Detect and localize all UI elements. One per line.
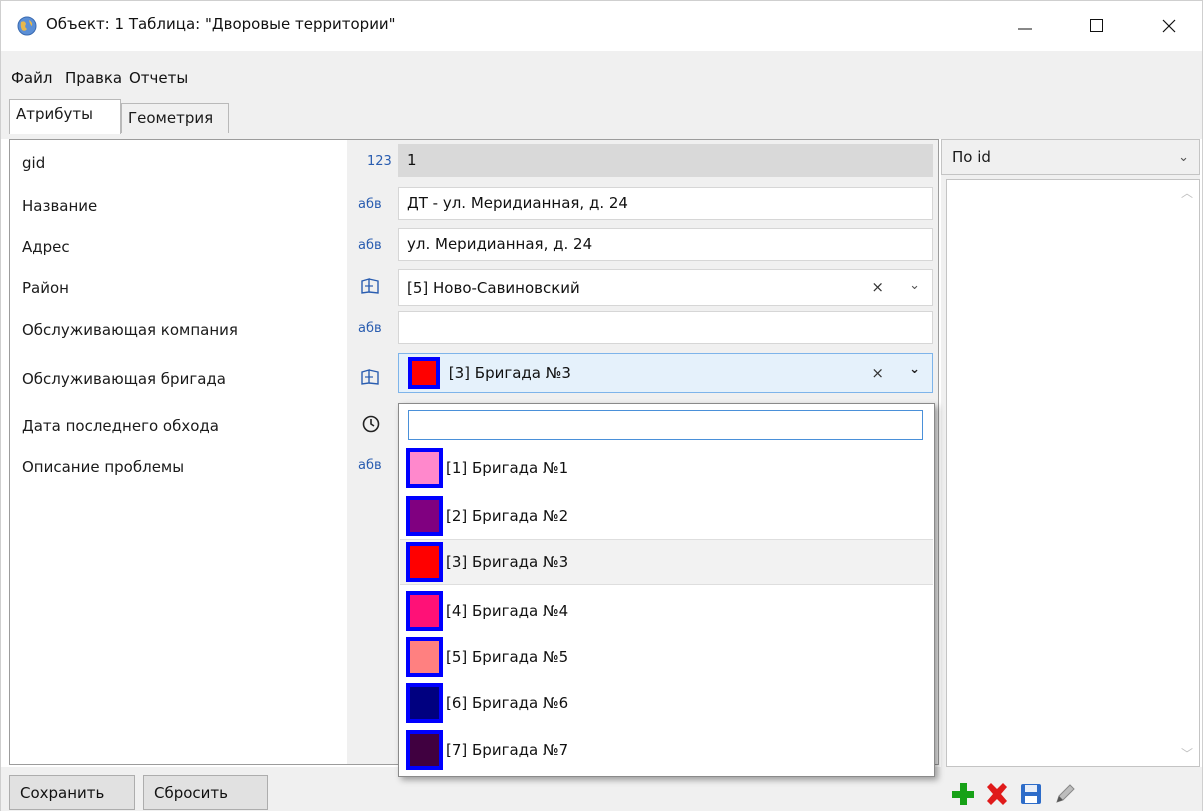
dropdown-item[interactable]: [6] Бригада №6 — [400, 680, 933, 726]
dropdown-item-label: [7] Бригада №7 — [446, 741, 569, 759]
dropdown-item[interactable]: [1] Бригада №1 — [400, 445, 933, 491]
sort-select-value: По id — [952, 148, 991, 166]
brigade-color-swatch — [408, 357, 440, 389]
minimize-button[interactable] — [1001, 1, 1049, 51]
chevron-down-icon[interactable]: ⌄ — [909, 278, 920, 293]
plus-icon — [952, 783, 974, 805]
brigade-select[interactable]: [3] Бригада №3 × ⌄ — [398, 353, 933, 393]
type-number-icon: 123 — [367, 154, 392, 169]
delete-icon[interactable] — [979, 776, 1015, 811]
chevron-down-icon[interactable]: ⌄ — [1178, 150, 1189, 165]
field-label-name: Название — [22, 197, 98, 215]
close-icon — [1162, 19, 1176, 33]
title-bar: Объект: 1 Таблица: "Дворовые территории" — [1, 1, 1202, 51]
object-list[interactable]: ︿ ﹀ — [946, 179, 1200, 767]
window-title: Объект: 1 Таблица: "Дворовые территории" — [46, 15, 396, 33]
brigade-color-swatch — [406, 637, 443, 677]
brigade-color-swatch — [406, 542, 443, 582]
pencil-icon — [1056, 784, 1075, 803]
tab-geometry[interactable]: Геометрия — [121, 103, 229, 133]
field-label-company: Обслуживающая компания — [22, 321, 238, 339]
clock-icon — [362, 415, 380, 433]
name-field[interactable]: ДТ - ул. Меридианная, д. 24 — [398, 187, 933, 220]
dropdown-item-label: [6] Бригада №6 — [446, 694, 569, 712]
type-text-icon: абв — [358, 197, 382, 212]
field-label-gid: gid — [22, 154, 46, 172]
tab-bar: Атрибуты Геометрия — [1, 95, 1202, 139]
minimize-icon — [1018, 28, 1032, 30]
dropdown-item[interactable]: [7] Бригада №7 — [400, 727, 933, 773]
dropdown-item[interactable]: [3] Бригада №3 — [400, 539, 933, 585]
save-icon[interactable] — [1013, 776, 1049, 811]
brigade-color-swatch — [406, 448, 443, 488]
globe-icon — [17, 16, 37, 36]
dropdown-search-input[interactable] — [408, 410, 923, 440]
field-label-last-visit: Дата последнего обхода — [22, 417, 219, 435]
scroll-down-icon[interactable]: ﹀ — [1181, 745, 1193, 762]
brigade-color-swatch — [406, 730, 443, 770]
brigade-dropdown: [1] Бригада №1 [2] Бригада №2 [3] Бригада … — [398, 403, 935, 777]
dropdown-item-label: [5] Бригада №5 — [446, 648, 569, 666]
brigade-clear-icon[interactable]: × — [871, 364, 884, 382]
maximize-button[interactable] — [1073, 1, 1121, 51]
district-value: [5] Ново-Савиновский — [407, 279, 580, 297]
book-icon — [361, 278, 379, 294]
labels-column — [10, 140, 347, 764]
object-window: Объект: 1 Таблица: "Дворовые территории"… — [0, 0, 1203, 811]
type-text-icon: абв — [358, 238, 382, 253]
brigade-value: [3] Бригада №3 — [448, 364, 571, 382]
address-field[interactable]: ул. Меридианная, д. 24 — [398, 228, 933, 261]
dropdown-item-label: [1] Бригада №1 — [446, 459, 569, 477]
edit-icon[interactable] — [1047, 776, 1083, 811]
type-text-icon: абв — [358, 458, 382, 473]
type-column — [347, 140, 397, 764]
menu-bar: Файл Правка Отчеты — [1, 51, 1202, 95]
dropdown-item-label: [3] Бригада №3 — [446, 553, 569, 571]
menu-edit[interactable]: Правка — [65, 69, 122, 87]
field-label-address: Адрес — [22, 238, 70, 256]
type-text-icon: абв — [358, 321, 382, 336]
field-label-problem: Описание проблемы — [22, 458, 185, 476]
scroll-up-icon[interactable]: ︿ — [1181, 184, 1193, 201]
brigade-color-swatch — [406, 683, 443, 723]
dropdown-item-label: [2] Бригада №2 — [446, 507, 569, 525]
close-button[interactable] — [1145, 1, 1193, 51]
company-field[interactable] — [398, 311, 933, 344]
reset-button[interactable]: Сбросить — [143, 775, 268, 810]
book-icon — [361, 369, 379, 385]
brigade-color-swatch — [406, 591, 443, 631]
save-button[interactable]: Сохранить — [9, 775, 135, 810]
red-x-icon — [987, 783, 1007, 805]
field-label-brigade: Обслуживающая бригада — [22, 370, 226, 388]
tab-attributes[interactable]: Атрибуты — [9, 99, 121, 134]
field-label-district: Район — [22, 279, 69, 297]
menu-file[interactable]: Файл — [11, 69, 52, 87]
maximize-icon — [1090, 19, 1103, 32]
menu-reports[interactable]: Отчеты — [129, 69, 188, 87]
sort-select[interactable]: По id ⌄ — [941, 139, 1200, 175]
dropdown-item[interactable]: [4] Бригада №4 — [400, 588, 933, 634]
gid-field: 1 — [398, 144, 933, 177]
district-clear-icon[interactable]: × — [871, 278, 884, 296]
chevron-down-icon[interactable]: ⌄ — [909, 362, 920, 377]
dropdown-item-label: [4] Бригада №4 — [446, 602, 569, 620]
right-panel: По id ⌄ ︿ ﹀ — [941, 139, 1200, 767]
brigade-color-swatch — [406, 496, 443, 536]
add-icon[interactable] — [945, 776, 981, 811]
floppy-icon — [1021, 784, 1041, 804]
district-select[interactable]: [5] Ново-Савиновский × ⌄ — [398, 269, 933, 306]
dropdown-item[interactable]: [2] Бригада №2 — [400, 493, 933, 539]
dropdown-item[interactable]: [5] Бригада №5 — [400, 634, 933, 680]
